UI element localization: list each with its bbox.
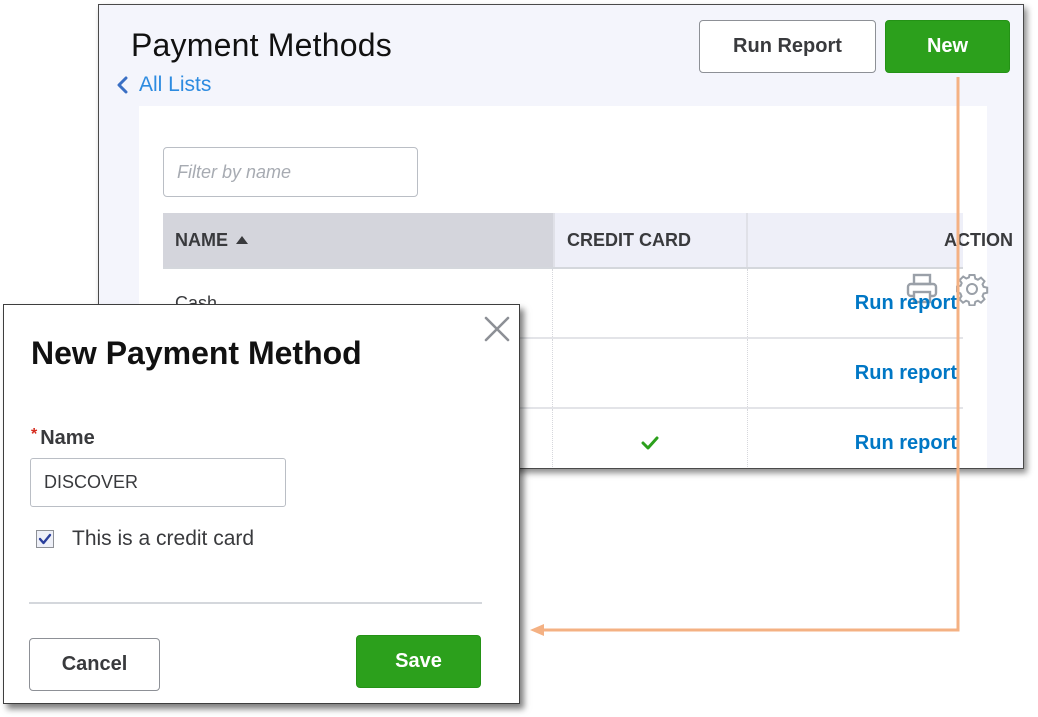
row-action: Run report — [748, 269, 963, 337]
run-report-link[interactable]: Run report — [855, 292, 957, 315]
checkmark-icon — [641, 436, 659, 450]
breadcrumb-all-lists[interactable]: All Lists — [115, 73, 211, 97]
row-credit-card — [553, 269, 748, 337]
new-payment-method-dialog: New Payment Method * Name This is a cred… — [3, 304, 520, 704]
run-report-link[interactable]: Run report — [855, 362, 957, 385]
credit-card-checkbox[interactable] — [36, 530, 54, 548]
run-report-button[interactable]: Run Report — [699, 20, 876, 73]
name-field-label: * Name — [31, 426, 95, 449]
chevron-left-icon — [117, 76, 128, 94]
sort-ascending-icon — [236, 236, 248, 244]
column-header-name[interactable]: NAME — [163, 213, 553, 267]
row-action: Run report — [748, 339, 963, 407]
breadcrumb-label: All Lists — [139, 73, 212, 96]
column-header-credit-card[interactable]: CREDIT CARD — [553, 213, 748, 267]
required-marker: * — [31, 426, 38, 443]
new-button[interactable]: New — [885, 20, 1010, 73]
cancel-button[interactable]: Cancel — [29, 638, 160, 691]
dialog-divider — [29, 602, 482, 604]
row-credit-card — [553, 339, 748, 407]
save-button[interactable]: Save — [356, 635, 481, 688]
name-input[interactable] — [30, 458, 286, 507]
credit-card-checkbox-row[interactable]: This is a credit card — [36, 527, 254, 551]
credit-card-checkbox-label: This is a credit card — [72, 527, 255, 550]
row-action: Run report — [748, 409, 963, 468]
page-title: Payment Methods — [131, 27, 392, 63]
arrowhead-icon — [530, 624, 544, 636]
filter-by-name-input[interactable] — [163, 147, 418, 197]
close-icon[interactable] — [481, 313, 513, 345]
table-header: NAME CREDIT CARD ACTION — [163, 213, 1013, 269]
column-header-action: ACTION — [748, 213, 1013, 267]
run-report-link[interactable]: Run report — [855, 432, 957, 455]
dialog-title: New Payment Method — [31, 335, 362, 371]
checkbox-check-icon — [38, 533, 52, 545]
row-credit-card — [553, 409, 748, 468]
